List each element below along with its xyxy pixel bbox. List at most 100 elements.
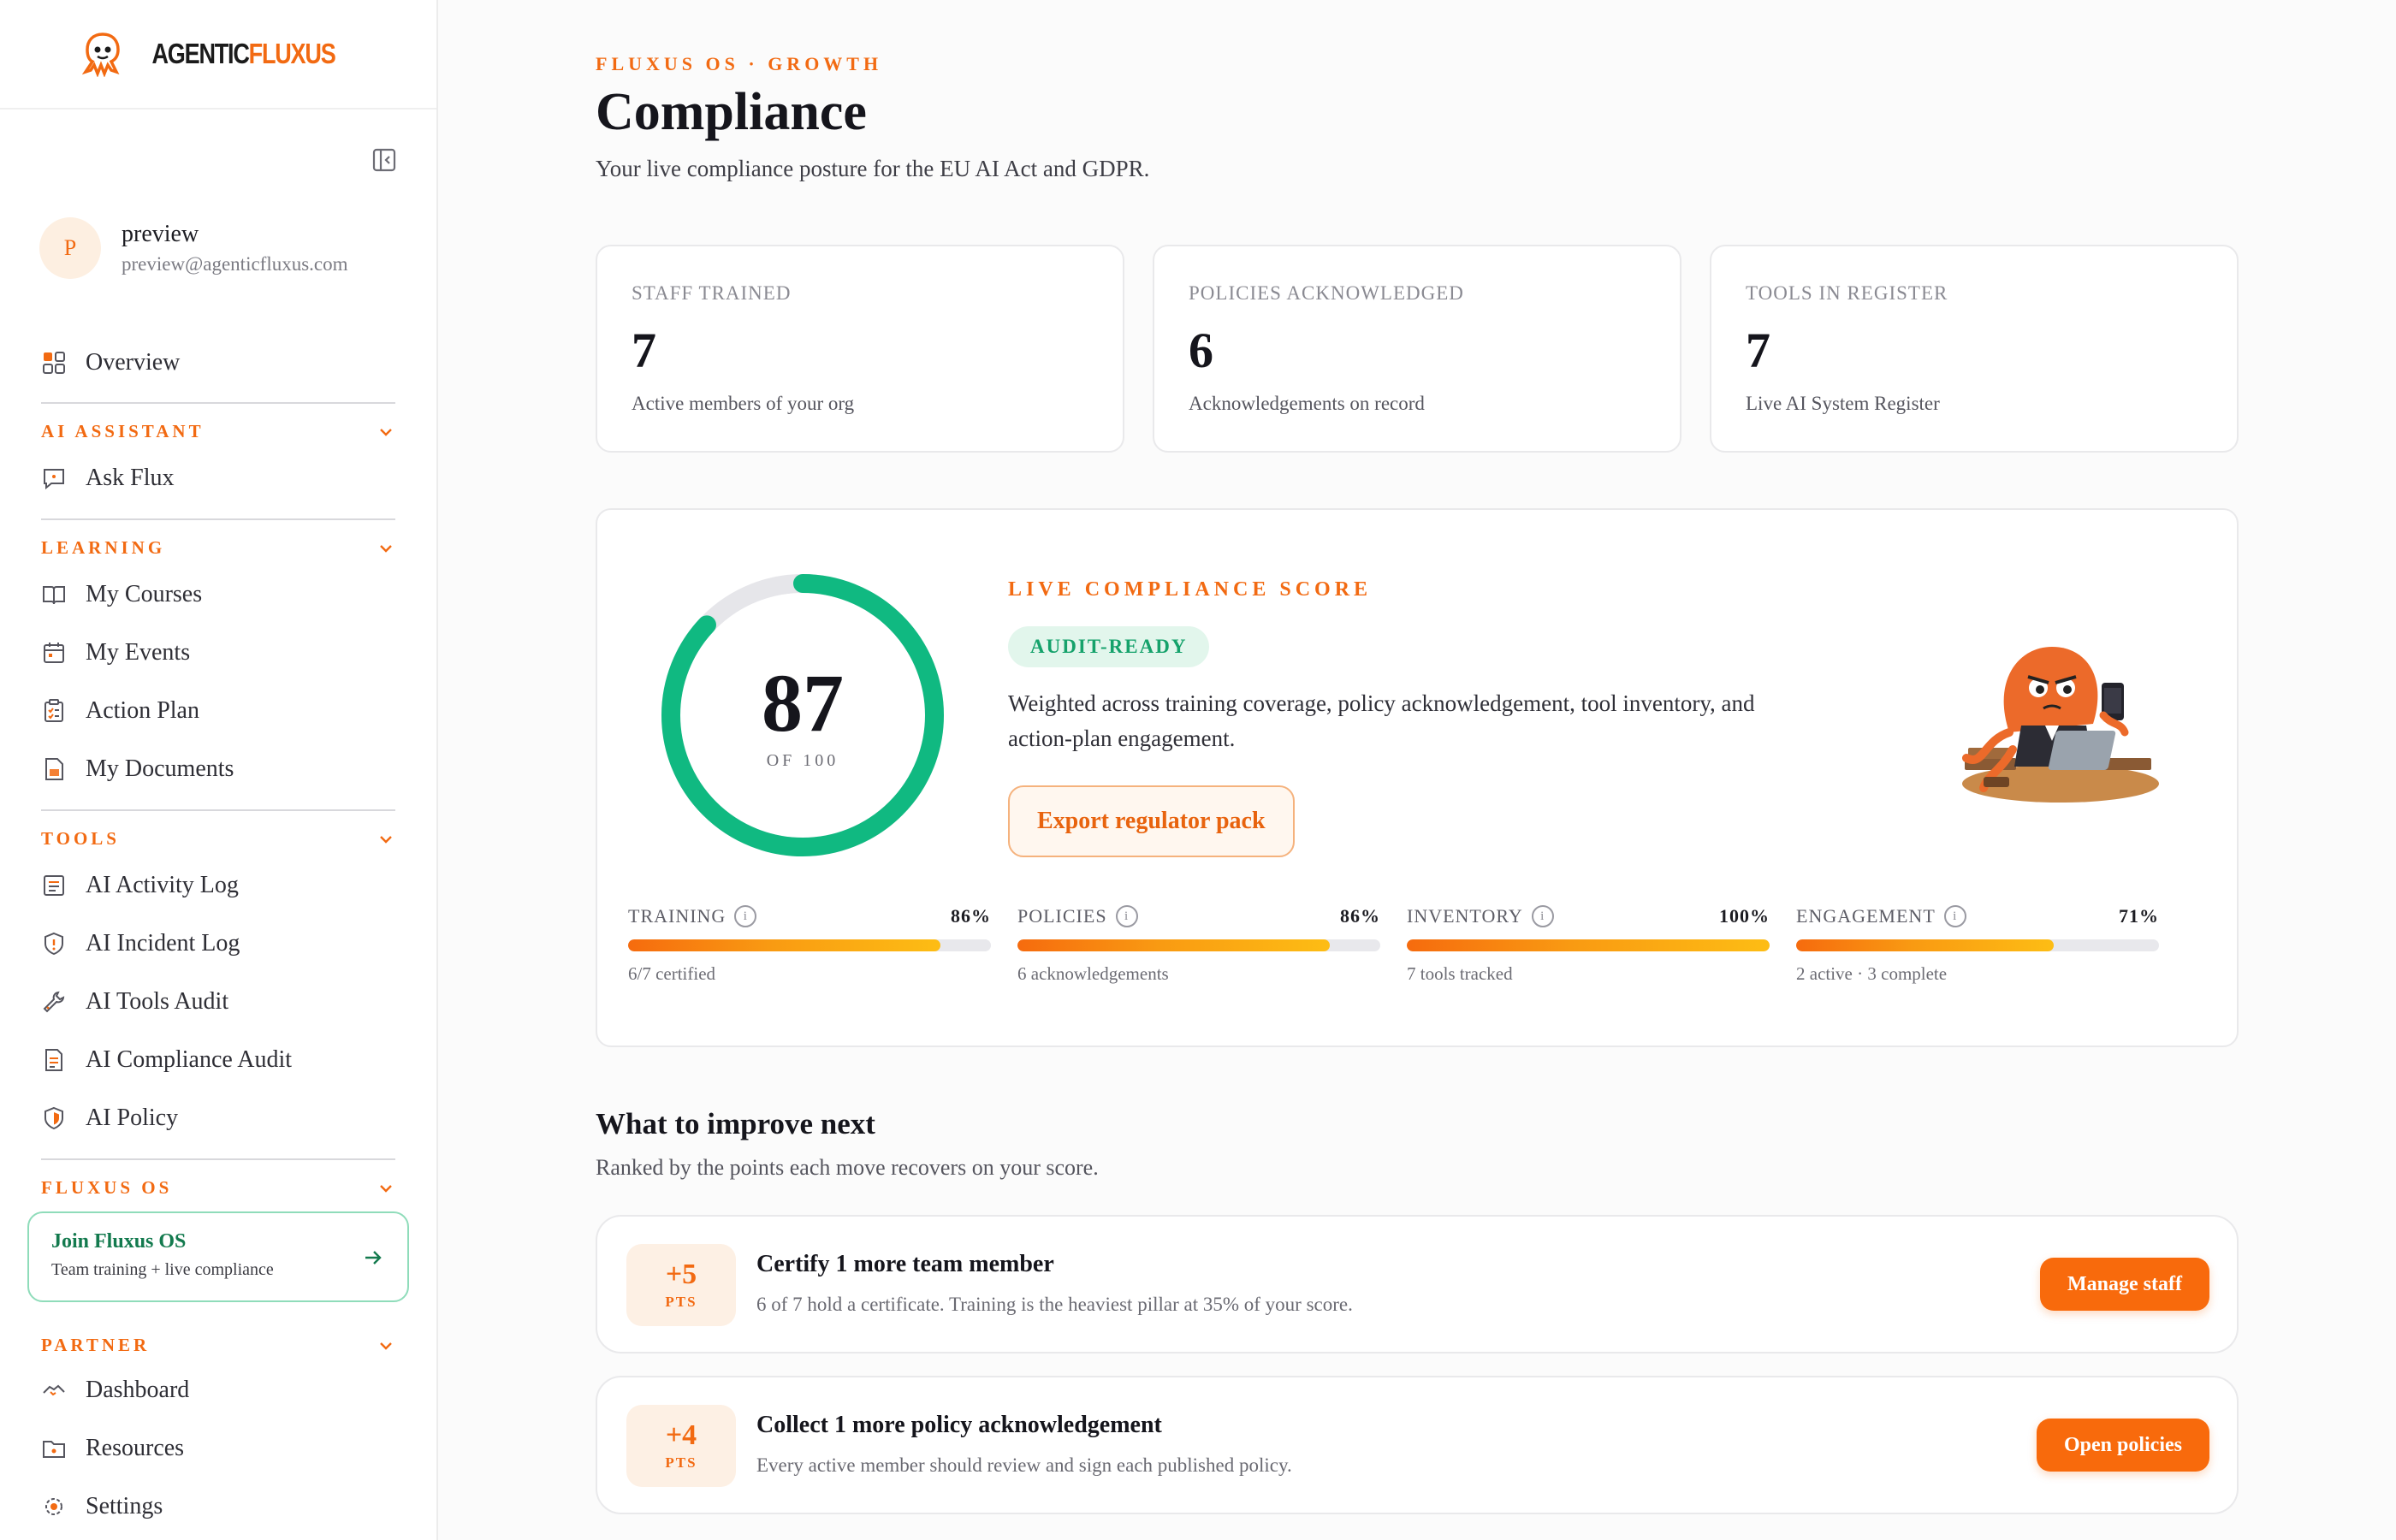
section-fluxus-os[interactable]: FLUXUS OS xyxy=(41,1177,395,1199)
recommendation-title: Collect 1 more policy acknowledgement xyxy=(756,1412,1162,1438)
points-badge: +4 PTS xyxy=(626,1405,736,1487)
nav-settings-label: Settings xyxy=(86,1493,163,1519)
nav-settings[interactable]: Settings xyxy=(41,1486,163,1527)
calendar-icon xyxy=(44,643,64,663)
section-title: What to improve next xyxy=(596,1107,875,1140)
divider xyxy=(41,402,395,404)
audit-report-icon xyxy=(45,1049,62,1071)
nav-ai-tools-audit[interactable]: AI Tools Audit xyxy=(41,981,228,1022)
progress-track xyxy=(1407,939,1770,951)
shield-check-icon xyxy=(44,1106,63,1130)
stat-label: TOOLS IN REGISTER xyxy=(1746,282,1948,304)
section-tools-label: TOOLS xyxy=(41,828,120,849)
section-partner[interactable]: PARTNER xyxy=(41,1335,395,1356)
progress-fill xyxy=(1017,939,1330,951)
nav-my-courses-label: My Courses xyxy=(86,581,203,607)
pillar-policies: POLICIES i 86% 6 acknowledgements xyxy=(1017,905,1380,985)
stat-value: 7 xyxy=(632,323,656,378)
stat-value: 7 xyxy=(1746,323,1770,378)
divider xyxy=(41,1158,395,1160)
stat-card-policies-acknowledged: POLICIES ACKNOWLEDGED 6 Acknowledgements… xyxy=(1153,245,1681,453)
dashboard-grid-icon xyxy=(43,352,65,374)
open-policies-button[interactable]: Open policies xyxy=(2036,1419,2209,1472)
pillar-engagement: ENGAGEMENT i 71% 2 active · 3 complete xyxy=(1796,905,2159,985)
brand-name-part2: FLUXUS xyxy=(248,38,335,69)
join-fluxus-os-card[interactable]: Join Fluxus OS Team training + live comp… xyxy=(27,1211,409,1302)
collapse-sidebar-icon[interactable] xyxy=(371,147,397,173)
clipboard-checklist-icon xyxy=(44,699,63,722)
stat-note: Active members of your org xyxy=(632,393,855,414)
folder-icon xyxy=(43,1441,65,1458)
arrow-right-icon xyxy=(365,1251,382,1265)
shield-alert-icon xyxy=(44,932,63,956)
brand-logo[interactable]: AGENTICFLUXUS xyxy=(0,0,436,110)
pillar-label: TRAINING xyxy=(628,905,727,927)
nav-resources-label: Resources xyxy=(86,1435,185,1461)
section-tools[interactable]: TOOLS xyxy=(41,828,395,850)
pillar-label: ENGAGEMENT xyxy=(1796,905,1936,927)
sidebar: AGENTICFLUXUS P preview preview@agenticf… xyxy=(0,0,438,1540)
octopus-mascot-illustration xyxy=(1962,647,2159,803)
info-icon[interactable]: i xyxy=(1531,905,1554,927)
progress-track xyxy=(628,939,991,951)
chevron-down-icon xyxy=(380,835,392,844)
nav-my-documents[interactable]: My Documents xyxy=(41,749,234,790)
nav-my-courses[interactable]: My Courses xyxy=(41,574,202,615)
breadcrumb: FLUXUS OS · GROWTH xyxy=(596,53,883,74)
join-subtitle: Team training + live compliance xyxy=(51,1260,274,1279)
points-unit: PTS xyxy=(665,1454,697,1471)
info-icon[interactable]: i xyxy=(1943,905,1966,927)
recommendation-description: Every active member should review and si… xyxy=(756,1454,1292,1476)
pillar-inventory: INVENTORY i 100% 7 tools tracked xyxy=(1407,905,1770,985)
stat-label: STAFF TRAINED xyxy=(632,282,792,304)
export-regulator-pack-button[interactable]: Export regulator pack xyxy=(1008,785,1295,857)
progress-track xyxy=(1796,939,2159,951)
nav-ai-policy[interactable]: AI Policy xyxy=(41,1098,178,1139)
pillar-note: 7 tools tracked xyxy=(1407,963,1513,984)
nav-ask-flux-label: Ask Flux xyxy=(86,465,175,491)
nav-action-plan[interactable]: Action Plan xyxy=(41,690,199,732)
stat-card-staff-trained: STAFF TRAINED 7 Active members of your o… xyxy=(596,245,1124,453)
nav-partner-dashboard[interactable]: Dashboard xyxy=(41,1370,189,1411)
progress-track xyxy=(1017,939,1380,951)
divider xyxy=(41,809,395,811)
nav-ai-tools-audit-label: AI Tools Audit xyxy=(86,988,229,1015)
chevron-down-icon xyxy=(380,428,392,436)
recommendation-item: +5 PTS Certify 1 more team member 6 of 7… xyxy=(596,1215,2239,1353)
user-email: preview@agenticfluxus.com xyxy=(122,253,348,275)
section-ai-assistant[interactable]: AI ASSISTANT xyxy=(41,421,395,442)
nav-ai-incident-log[interactable]: AI Incident Log xyxy=(41,923,240,964)
section-learning[interactable]: LEARNING xyxy=(41,537,395,559)
pillar-percent: 86% xyxy=(951,905,991,927)
user-profile[interactable]: P preview preview@agenticfluxus.com xyxy=(39,217,348,279)
document-icon xyxy=(45,758,63,780)
manage-staff-button[interactable]: Manage staff xyxy=(2040,1258,2209,1311)
nav-resources[interactable]: Resources xyxy=(41,1428,184,1469)
nav-my-documents-label: My Documents xyxy=(86,755,234,782)
score-description: Weighted across training coverage, polic… xyxy=(1008,690,1755,751)
pillar-training: TRAINING i 86% 6/7 certified xyxy=(628,905,991,985)
stat-label: POLICIES ACKNOWLEDGED xyxy=(1189,282,1464,304)
nav-ask-flux[interactable]: Ask Flux xyxy=(41,458,174,499)
info-icon[interactable]: i xyxy=(1115,905,1138,927)
nav-overview[interactable]: Overview xyxy=(41,342,180,383)
live-score-label: LIVE COMPLIANCE SCORE xyxy=(1008,578,1373,601)
nav-ai-compliance-audit[interactable]: AI Compliance Audit xyxy=(41,1040,292,1081)
score-max: OF 100 xyxy=(766,751,839,770)
section-partner-label: PARTNER xyxy=(41,1335,151,1355)
octopus-logo-icon xyxy=(81,33,120,77)
points-unit: PTS xyxy=(665,1294,697,1310)
pillar-percent: 71% xyxy=(2119,905,2159,927)
nav-my-events[interactable]: My Events xyxy=(41,632,190,673)
nav-ai-policy-label: AI Policy xyxy=(86,1105,179,1131)
info-icon[interactable]: i xyxy=(734,905,757,927)
stat-note: Live AI System Register xyxy=(1746,393,1940,414)
handshake-icon xyxy=(43,1384,65,1396)
open-book-icon xyxy=(43,586,65,605)
progress-fill xyxy=(628,939,940,951)
avatar: P xyxy=(39,217,101,279)
nav-ai-activity-log[interactable]: AI Activity Log xyxy=(41,865,239,906)
progress-fill xyxy=(1407,939,1770,951)
compliance-score-card: 87 OF 100 LIVE COMPLIANCE SCORE AUDIT-RE… xyxy=(596,508,2239,1047)
list-document-icon xyxy=(44,875,64,896)
